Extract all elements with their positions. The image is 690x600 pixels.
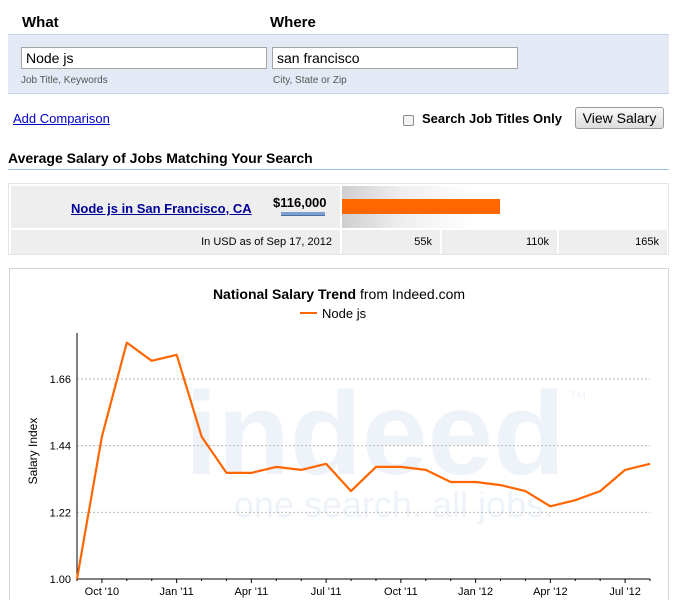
search-header: What Where: [8, 10, 669, 34]
x-tick-label: Jul '12: [609, 586, 640, 598]
where-label: Where: [270, 14, 316, 31]
salary-row-label-cell: Node js in San Francisco, CA $116,000: [11, 186, 340, 228]
x-tick-label: Apr '12: [533, 586, 568, 598]
salary-trend-chart: indeed TM one search. all jobs. National…: [9, 268, 669, 600]
scale-label-2: 110k: [442, 230, 557, 254]
legend-label: Node js: [322, 306, 367, 321]
chart-title: National Salary Trend from Indeed.com: [213, 286, 465, 302]
where-hint: City, State or Zip: [273, 75, 347, 86]
chart-svg: indeed TM one search. all jobs. National…: [26, 286, 651, 598]
as-of-cell: In USD as of Sep 17, 2012: [11, 230, 340, 254]
x-tick-label: Jul '11: [311, 586, 342, 598]
what-input[interactable]: [21, 47, 267, 69]
where-input[interactable]: [272, 47, 518, 69]
salary-underline: [281, 212, 325, 216]
y-tick-label: 1.66: [50, 374, 71, 386]
section-divider: [8, 169, 669, 170]
x-tick-label: Jan '11: [159, 586, 193, 598]
x-tick-label: Oct '11: [384, 586, 418, 598]
y-tick-label: 1.44: [50, 441, 71, 453]
salary-table: Node js in San Francisco, CA $116,000 In…: [8, 183, 669, 255]
view-salary-button[interactable]: View Salary: [575, 107, 664, 129]
indeed-watermark: indeed TM one search. all jobs.: [185, 368, 586, 525]
what-hint: Job Title, Keywords: [21, 75, 108, 86]
y-tick-label: 1.00: [50, 574, 71, 586]
x-tick-label: Jan '12: [458, 586, 493, 598]
salary-bar-cell: [342, 186, 667, 228]
watermark-tm: TM: [570, 390, 586, 402]
watermark-logo: indeed: [185, 368, 565, 500]
salary-bar: [342, 199, 500, 214]
scale-label-1: 55k: [342, 230, 440, 254]
x-tick-label: Apr '11: [235, 586, 269, 598]
section-title: Average Salary of Jobs Matching Your Sea…: [8, 150, 313, 166]
search-form: Job Title, Keywords City, State or Zip: [8, 34, 669, 94]
titles-only-checkbox[interactable]: [403, 115, 414, 126]
titles-only-label: Search Job Titles Only: [422, 111, 562, 126]
salary-value: $116,000: [273, 195, 327, 210]
watermark-tagline: one search. all jobs.: [234, 484, 554, 525]
y-axis-label: Salary Index: [26, 418, 40, 485]
what-label: What: [22, 14, 59, 31]
add-comparison-link[interactable]: Add Comparison: [13, 111, 110, 126]
y-tick-label: 1.22: [50, 507, 71, 519]
x-tick-label: Oct '10: [85, 586, 120, 598]
job-search-link[interactable]: Node js in San Francisco, CA: [71, 201, 252, 216]
scale-label-3: 165k: [559, 230, 667, 254]
